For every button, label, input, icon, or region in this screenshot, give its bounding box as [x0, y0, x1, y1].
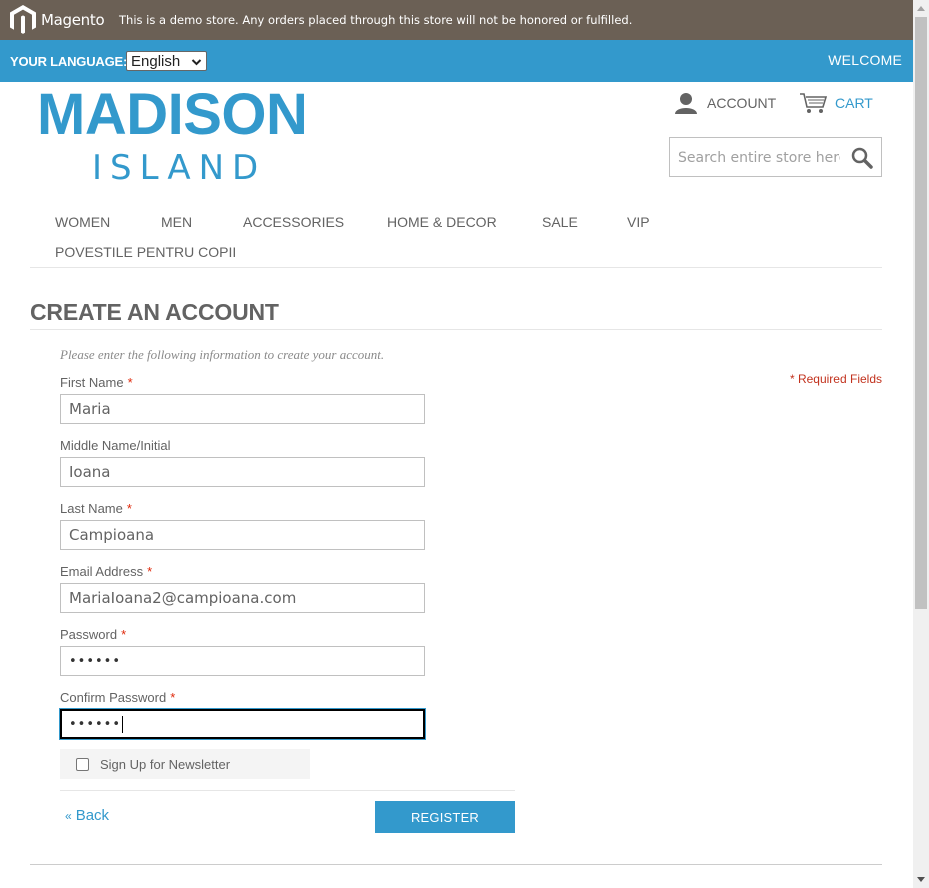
- password-label-text: Password: [60, 627, 118, 642]
- logo-line-island: ISLAND: [92, 148, 267, 188]
- back-link[interactable]: «Back: [65, 807, 109, 824]
- magento-logo[interactable]: Magento: [10, 5, 105, 35]
- required-asterisk: *: [126, 501, 132, 516]
- confirm-password-value: ••••••: [69, 716, 122, 732]
- back-prefix: «: [65, 809, 72, 823]
- actions-divider: [60, 790, 515, 791]
- required-asterisk: *: [121, 627, 127, 642]
- welcome-message: WELCOME: [828, 52, 902, 68]
- demo-notice-bar: Magento This is a demo store. Any orders…: [0, 0, 913, 40]
- email-value: MariaIoana2@campioana.com: [69, 589, 297, 607]
- search-icon: [851, 147, 873, 169]
- required-asterisk: *: [147, 564, 153, 579]
- confirm-password-label: Confirm Password *: [60, 690, 175, 705]
- middle-name-field[interactable]: Ioana: [60, 457, 425, 487]
- confirm-password-label-text: Confirm Password: [60, 690, 167, 705]
- search-button[interactable]: [851, 147, 873, 169]
- page-title: CREATE AN ACCOUNT: [30, 299, 279, 325]
- nav-item-home-decor[interactable]: HOME & DECOR: [387, 214, 497, 230]
- scroll-down-button[interactable]: [913, 872, 929, 888]
- title-divider: [30, 329, 882, 330]
- last-name-value: Campioana: [69, 526, 155, 544]
- required-asterisk: *: [170, 690, 176, 705]
- account-label: ACCOUNT: [707, 95, 777, 111]
- newsletter-option: Sign Up for Newsletter: [60, 749, 310, 779]
- cart-icon: [800, 93, 827, 113]
- user-icon: [675, 93, 697, 114]
- required-fields-note: * Required Fields: [789, 372, 882, 386]
- middle-name-label-text: Middle Name/Initial: [60, 438, 171, 453]
- chevron-down-icon: [191, 59, 202, 66]
- first-name-value: Maria: [69, 400, 111, 418]
- required-asterisk: *: [127, 375, 133, 390]
- email-label: Email Address *: [60, 564, 152, 579]
- email-label-text: Email Address: [60, 564, 144, 579]
- newsletter-label[interactable]: Sign Up for Newsletter: [100, 757, 230, 772]
- language-selected-value: English: [131, 52, 181, 70]
- password-value: ••••••: [69, 653, 122, 669]
- magento-logo-icon: [10, 5, 36, 34]
- newsletter-checkbox[interactable]: [76, 757, 89, 771]
- last-name-label-text: Last Name: [60, 501, 123, 516]
- bottom-divider: [30, 864, 882, 865]
- email-field[interactable]: MariaIoana2@campioana.com: [60, 583, 425, 613]
- nav-item-vip[interactable]: VIP: [627, 214, 650, 230]
- scrollbar-thumb[interactable]: [915, 17, 927, 609]
- first-name-field[interactable]: Maria: [60, 394, 425, 424]
- cart-link[interactable]: CART: [799, 92, 873, 114]
- confirm-password-field[interactable]: ••••••: [60, 709, 425, 739]
- first-name-label: First Name *: [60, 375, 133, 390]
- magento-brand-text: Magento: [41, 11, 105, 29]
- chevron-up-icon: [917, 6, 925, 11]
- password-field[interactable]: ••••••: [60, 646, 425, 676]
- vertical-scrollbar[interactable]: [913, 0, 929, 888]
- logo-line-madison: MADISON: [37, 82, 308, 147]
- search-form: [669, 137, 882, 177]
- search-input[interactable]: [678, 149, 840, 167]
- demo-notice-text: This is a demo store. Any orders placed …: [119, 13, 633, 27]
- nav-item-povestile-pentru-copii[interactable]: POVESTILE PENTRU COPII: [55, 244, 236, 260]
- account-link[interactable]: ACCOUNT: [674, 92, 776, 114]
- password-label: Password *: [60, 627, 126, 642]
- first-name-label-text: First Name: [60, 375, 124, 390]
- chevron-down-icon: [917, 877, 925, 882]
- language-select[interactable]: English: [126, 51, 207, 71]
- language-bar: YOUR LANGUAGE: English WELCOME: [0, 40, 913, 82]
- text-cursor: [122, 715, 124, 733]
- scroll-up-button[interactable]: [913, 0, 929, 16]
- register-button[interactable]: REGISTER: [375, 801, 515, 833]
- nav-item-men[interactable]: MEN: [161, 214, 192, 230]
- nav-item-sale[interactable]: SALE: [542, 214, 578, 230]
- nav-item-women[interactable]: WOMEN: [55, 214, 110, 230]
- middle-name-label: Middle Name/Initial: [60, 438, 171, 453]
- language-label: YOUR LANGUAGE:: [10, 54, 128, 69]
- last-name-label: Last Name *: [60, 501, 132, 516]
- middle-name-value: Ioana: [69, 463, 111, 481]
- nav-divider: [30, 267, 882, 268]
- nav-item-accessories[interactable]: ACCESSORIES: [243, 214, 344, 230]
- form-intro-text: Please enter the following information t…: [60, 347, 385, 362]
- back-label: Back: [75, 807, 110, 824]
- cart-label: CART: [835, 95, 873, 111]
- last-name-field[interactable]: Campioana: [60, 520, 425, 550]
